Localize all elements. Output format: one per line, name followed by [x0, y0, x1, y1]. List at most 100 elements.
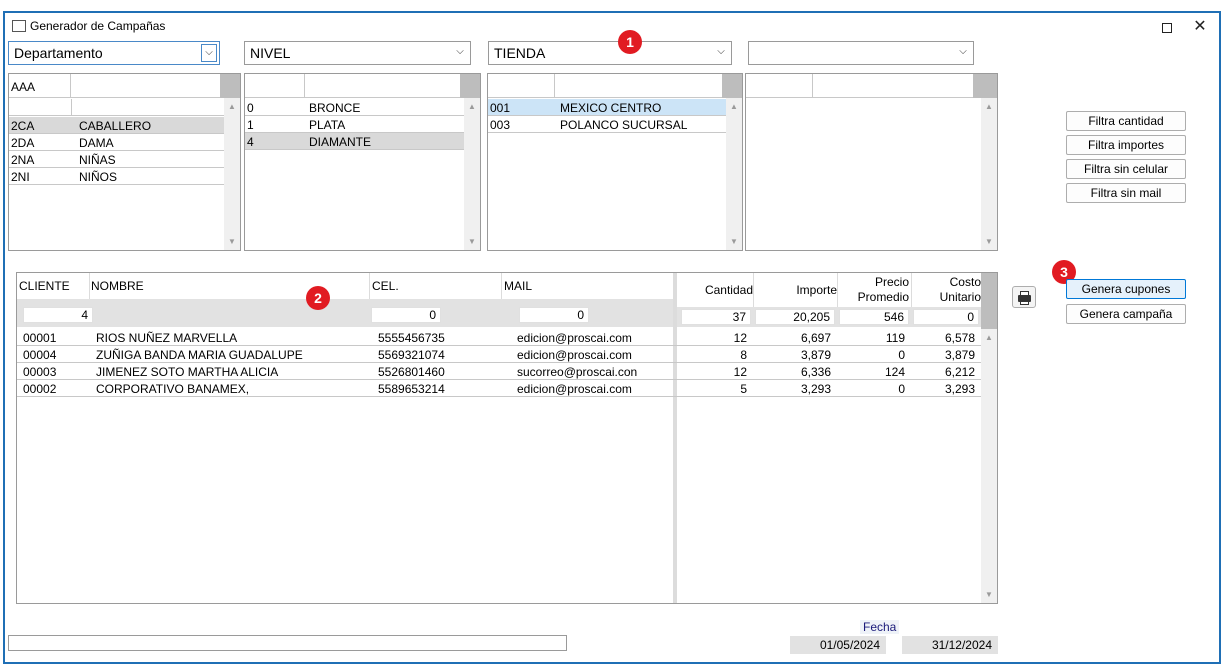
window-title: Generador de Campañas — [30, 19, 166, 33]
filtra-cantidad-button[interactable]: Filtra cantidad — [1066, 111, 1186, 131]
list-item-code: 001 — [490, 101, 511, 115]
grid-split-divider[interactable] — [673, 273, 677, 603]
total-cliente-field[interactable]: 4 — [23, 307, 93, 323]
list-item-name: MEXICO CENTRO — [560, 101, 662, 115]
list-item-code: 2CA — [11, 119, 35, 133]
scroll-down-icon[interactable]: ▼ — [224, 237, 240, 246]
col-header-cantidad[interactable]: Cantidad — [697, 283, 753, 297]
list-item[interactable]: 2NI NIÑOS — [9, 168, 226, 185]
list-item-code: 2NI — [11, 170, 30, 184]
fecha-start-field[interactable]: 01/05/2024 — [790, 636, 886, 654]
fecha-end-field[interactable]: 31/12/2024 — [902, 636, 998, 654]
list-item[interactable]: 4 DIAMANTE — [245, 133, 466, 150]
tienda-list[interactable]: 001 MEXICO CENTRO 003 POLANCO SUCURSAL ▲… — [487, 73, 743, 251]
genera-campana-button[interactable]: Genera campaña — [1066, 304, 1186, 324]
cell-nombre: JIMENEZ SOTO MARTHA ALICIA — [96, 365, 279, 379]
list-item[interactable]: 2DA DAMA — [9, 134, 226, 151]
cell-mail: edicion@proscai.com — [517, 348, 632, 362]
scroll-down-icon[interactable]: ▼ — [726, 237, 742, 246]
cell-cantidad: 5 — [740, 382, 747, 396]
col-header-importe[interactable]: Importe — [757, 283, 837, 297]
table-row[interactable]: 00001 RIOS NUÑEZ MARVELLA 5555456735 edi… — [17, 329, 981, 346]
close-icon: ✕ — [1193, 18, 1207, 35]
scroll-up-icon[interactable]: ▲ — [224, 102, 240, 111]
table-row[interactable]: 00003 JIMENEZ SOTO MARTHA ALICIA 5526801… — [17, 363, 981, 380]
scroll-down-icon[interactable]: ▼ — [981, 590, 997, 599]
cell-nombre: CORPORATIVO BANAMEX, — [96, 382, 250, 396]
list-item-name: BRONCE — [309, 101, 361, 115]
maximize-button[interactable] — [1155, 17, 1179, 37]
total-cantidad-field[interactable]: 37 — [681, 309, 751, 325]
list-item-code: 0 — [247, 101, 254, 115]
list-scrollbar[interactable]: ▲ ▼ — [981, 98, 997, 250]
list-item[interactable]: 2NA NIÑAS — [9, 151, 226, 168]
cell-costo: 6,578 — [944, 331, 975, 345]
fourth-dropdown[interactable]: ⌵ — [748, 41, 974, 65]
list-item[interactable]: 0 BRONCE — [245, 99, 466, 116]
list-scrollbar[interactable]: ▲ ▼ — [224, 98, 240, 250]
cell-cantidad: 12 — [733, 365, 747, 379]
list-header-label: AAA — [11, 80, 36, 94]
app-window-icon — [12, 20, 26, 32]
list-scrollbar[interactable]: ▲ ▼ — [726, 98, 742, 250]
list-header: AAA — [9, 74, 222, 98]
nivel-dropdown[interactable]: NIVEL ⌵ — [244, 41, 471, 65]
tienda-dropdown[interactable]: TIENDA ⌵ — [488, 41, 732, 65]
col-header-precio-line2[interactable]: Promedio — [839, 290, 909, 304]
cell-cel: 5569321074 — [378, 348, 445, 362]
cell-precio: 0 — [898, 382, 905, 396]
scroll-up-icon[interactable]: ▲ — [981, 102, 997, 111]
list-item[interactable]: 001 MEXICO CENTRO — [488, 99, 726, 116]
total-importe-field[interactable]: 20,205 — [755, 309, 835, 325]
col-header-costo-line1[interactable]: Costo — [911, 275, 981, 289]
grid-scrollbar[interactable]: ▲ ▼ — [981, 329, 997, 603]
total-precio-field[interactable]: 546 — [839, 309, 909, 325]
list-item[interactable]: 1 PLATA — [245, 116, 466, 133]
tienda-dropdown-value: TIENDA — [494, 45, 546, 61]
nivel-list[interactable]: 0 BRONCE 1 PLATA 4 DIAMANTE ▲ ▼ — [244, 73, 481, 251]
departamento-list[interactable]: AAA 2CA CABALLERO 2DA DAMA 2NA NIÑAS 2NI… — [8, 73, 241, 251]
list-item[interactable]: 2CA CABALLERO — [9, 117, 226, 134]
scroll-down-icon[interactable]: ▼ — [981, 237, 997, 246]
list-item-code: 2DA — [11, 136, 35, 150]
total-costo-field[interactable]: 0 — [913, 309, 979, 325]
col-header-cel[interactable]: CEL. — [372, 279, 399, 293]
cell-precio: 0 — [898, 348, 905, 362]
callout-badge-1: 1 — [618, 30, 642, 54]
list-header — [488, 74, 724, 98]
chevron-down-icon: ⌵ — [456, 46, 464, 57]
filtra-sin-mail-button[interactable]: Filtra sin mail — [1066, 183, 1186, 203]
list-item-name: DAMA — [79, 136, 114, 150]
cell-cantidad: 12 — [733, 331, 747, 345]
list-filter-row[interactable] — [9, 99, 226, 116]
scroll-up-icon[interactable]: ▲ — [726, 102, 742, 111]
list-scrollbar[interactable]: ▲ ▼ — [464, 98, 480, 250]
total-mail-field[interactable]: 0 — [519, 307, 589, 323]
total-cel-field[interactable]: 0 — [371, 307, 441, 323]
close-button[interactable]: ✕ — [1188, 17, 1212, 37]
filtra-sin-celular-button[interactable]: Filtra sin celular — [1066, 159, 1186, 179]
scroll-down-icon[interactable]: ▼ — [464, 237, 480, 246]
scroll-up-icon[interactable]: ▲ — [464, 102, 480, 111]
departamento-dropdown[interactable]: Departamento ⌵ — [8, 41, 220, 65]
col-header-costo-line2[interactable]: Unitario — [911, 290, 981, 304]
col-header-mail[interactable]: MAIL — [504, 279, 532, 293]
table-row[interactable]: 00002 CORPORATIVO BANAMEX, 5589653214 ed… — [17, 380, 981, 397]
fourth-list[interactable]: ▲ ▼ — [745, 73, 998, 251]
list-item[interactable]: 003 POLANCO SUCURSAL — [488, 116, 726, 133]
cell-importe: 6,697 — [800, 331, 831, 345]
col-header-nombre[interactable]: NOMBRE — [91, 279, 144, 293]
cell-cel: 5589653214 — [378, 382, 445, 396]
scroll-up-icon[interactable]: ▲ — [981, 333, 997, 342]
list-item-code: 4 — [247, 135, 254, 149]
chevron-down-icon: ⌵ — [959, 46, 967, 57]
filtra-importes-button[interactable]: Filtra importes — [1066, 135, 1186, 155]
list-header — [245, 74, 462, 98]
table-row[interactable]: 00004 ZUÑIGA BANDA MARIA GUADALUPE 55693… — [17, 346, 981, 363]
list-item-name: PLATA — [309, 118, 346, 132]
print-button[interactable] — [1012, 286, 1036, 308]
genera-cupones-button[interactable]: Genera cupones — [1066, 279, 1186, 299]
clients-grid[interactable]: CLIENTE NOMBRE CEL. MAIL Cantidad Import… — [16, 272, 998, 604]
col-header-cliente[interactable]: CLIENTE — [19, 279, 70, 293]
col-header-precio-line1[interactable]: Precio — [839, 275, 909, 289]
